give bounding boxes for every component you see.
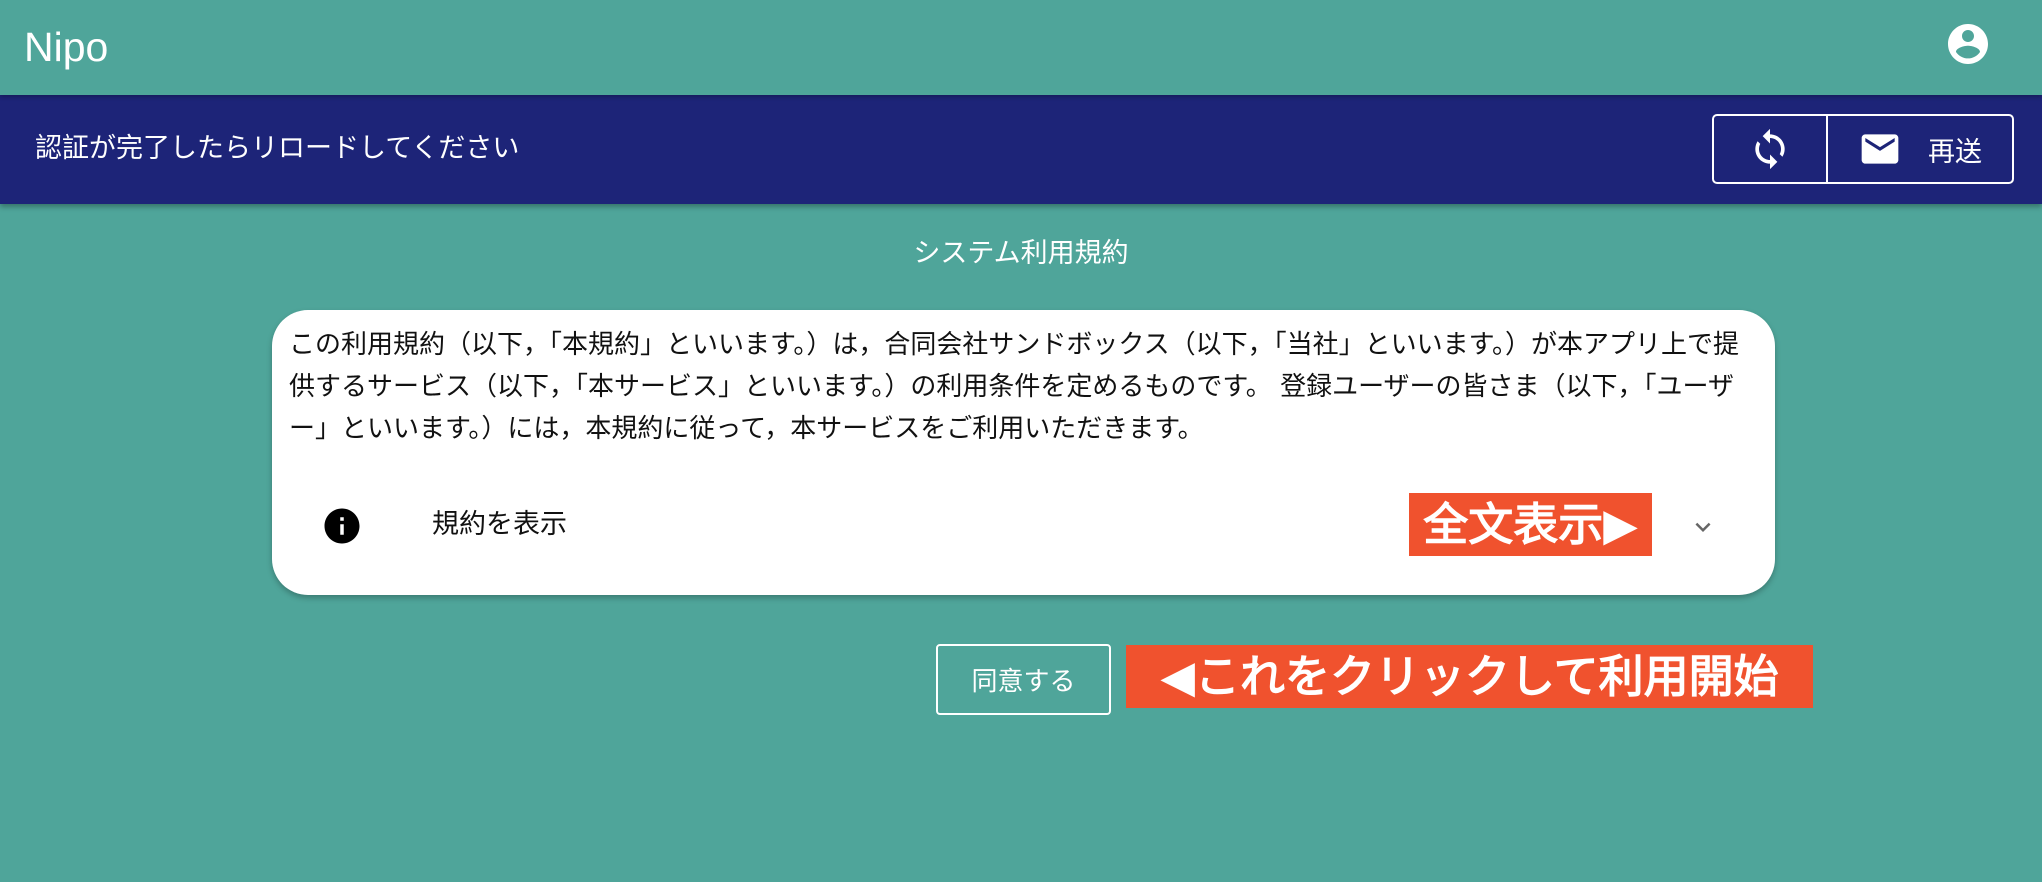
terms-section-title: システム利用規約 <box>913 238 1129 269</box>
chevron-down-icon <box>1695 522 1711 532</box>
banner-actions: 再送 <box>1712 114 2014 184</box>
terms-body-text: この利用規約（以下，「本規約」といいます。）は，合同会社サンドボックス（以下，「… <box>289 330 1740 444</box>
sync-icon <box>1755 128 1785 170</box>
account-circle-icon <box>1948 24 1988 64</box>
resend-label: 再送 <box>1928 136 1982 168</box>
app-title: Nipo <box>24 24 109 70</box>
reload-button[interactable] <box>1714 116 1828 182</box>
show-full-text-annotation: 全文表示▶ <box>1409 493 1652 556</box>
mail-icon <box>1861 134 1899 164</box>
click-to-start-annotation: ◀これをクリックして利用開始 <box>1126 645 1813 708</box>
info-icon <box>324 508 360 544</box>
app-bar: Nipo <box>0 0 2042 95</box>
show-terms-label: 規約を表示 <box>432 509 567 540</box>
banner-message: 認証が完了したらリロードしてください <box>35 133 520 164</box>
resend-button[interactable]: 再送 <box>1828 116 2012 182</box>
verification-banner: 認証が完了したらリロードしてください 再送 <box>0 95 2042 204</box>
agree-button[interactable]: 同意する <box>936 644 1111 715</box>
account-button[interactable] <box>1944 20 1992 68</box>
